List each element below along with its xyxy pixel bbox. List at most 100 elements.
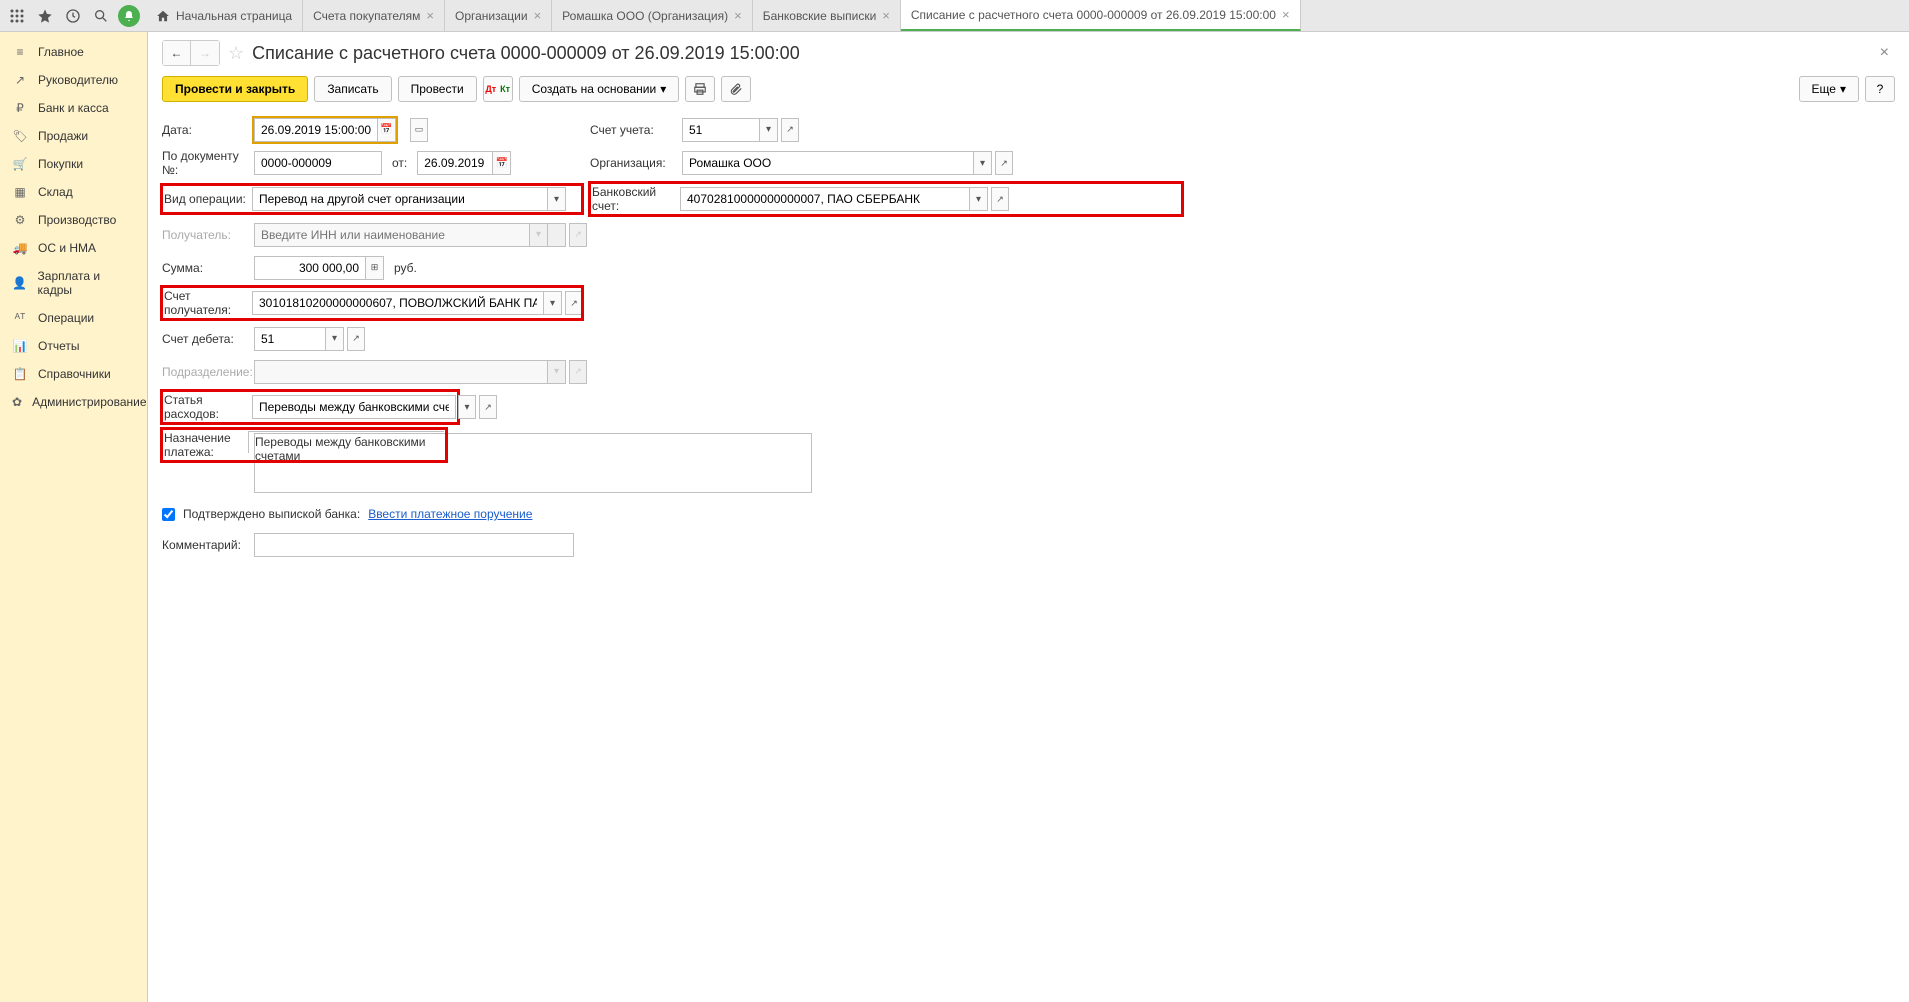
home-icon [156,9,170,23]
top-icons [0,0,146,31]
comment-input[interactable] [254,533,574,557]
toolbar: Провести и закрыть Записать Провести ДтК… [162,76,1895,102]
dropdown-icon[interactable] [458,395,476,419]
open-icon[interactable] [995,151,1013,175]
create-based-button[interactable]: Создать на основании ▾ [519,76,680,102]
tab-label: Банковские выписки [763,9,877,23]
open-icon[interactable] [347,327,365,351]
close-icon[interactable]: × [882,8,890,23]
debit-input[interactable] [254,327,326,351]
sum-input-group [254,256,384,280]
close-icon[interactable]: × [426,8,434,23]
recipient-input[interactable] [254,223,530,247]
history-icon[interactable] [60,3,86,29]
save-button[interactable]: Записать [314,76,391,102]
favorite-icon[interactable]: ☆ [228,43,244,64]
chart-icon: ↗ [12,73,28,87]
open-icon[interactable] [781,118,799,142]
calendar-icon[interactable] [493,151,511,175]
sidebar-item-assets[interactable]: 🚚ОС и НМА [0,234,147,262]
close-doc-button[interactable]: × [1874,44,1895,62]
period-button[interactable] [410,118,428,142]
account-input[interactable] [682,118,760,142]
tab-home[interactable]: Начальная страница [146,0,303,31]
apps-icon[interactable] [4,3,30,29]
dept-label: Подразделение: [162,365,250,379]
dropdown-icon[interactable] [974,151,992,175]
tab-organizations[interactable]: Организации × [445,0,552,31]
tab-label: Счета покупателям [313,9,420,23]
dropdown-icon[interactable] [326,327,344,351]
button-label: Еще [1812,82,1836,96]
docnum-input[interactable] [254,151,382,175]
post-button[interactable]: Провести [398,76,477,102]
sidebar-item-production[interactable]: ⚙Производство [0,206,147,234]
calc-icon[interactable] [366,256,384,280]
sidebar-item-label: Операции [38,311,94,325]
top-bar: Начальная страница Счета покупателям × О… [0,0,1909,32]
search-icon[interactable] [88,3,114,29]
docdate-input[interactable] [417,151,493,175]
more-button[interactable]: Еще ▾ [1799,76,1859,102]
sidebar-item-purchases[interactable]: 🛒Покупки [0,150,147,178]
settings-icon: ✿ [12,395,22,409]
dept-input [254,360,548,384]
print-button[interactable] [685,76,715,102]
help-button[interactable]: ? [1865,76,1895,102]
close-icon[interactable]: × [534,8,542,23]
tab-document[interactable]: Списание с расчетного счета 0000-000009 … [901,0,1301,31]
rcv-acc-input[interactable] [252,291,544,315]
close-icon[interactable]: × [1282,7,1290,22]
open-icon[interactable] [565,291,583,315]
sidebar-item-catalogs[interactable]: 📋Справочники [0,360,147,388]
docdate-input-group [417,151,511,175]
sidebar-item-admin[interactable]: ✿Администрирование [0,388,147,416]
dropdown-icon[interactable] [544,291,562,315]
account-input-group [682,118,799,142]
dropdown-icon[interactable] [760,118,778,142]
star-icon[interactable] [32,3,58,29]
forward-button[interactable]: → [191,41,219,65]
open-icon[interactable] [479,395,497,419]
tabs: Начальная страница Счета покупателям × О… [146,0,1909,31]
expense-buttons [458,395,497,419]
tab-organization-card[interactable]: Ромашка ООО (Организация) × [552,0,753,31]
sidebar-item-main[interactable]: ≡Главное [0,38,147,66]
back-button[interactable]: ← [163,41,191,65]
bank-label: Банковский счет: [592,185,676,213]
attach-button[interactable] [721,76,751,102]
org-input[interactable] [682,151,974,175]
sidebar-item-warehouse[interactable]: ▦Склад [0,178,147,206]
payment-order-link[interactable]: Ввести платежное поручение [368,507,532,521]
chevron-down-icon: ▾ [660,82,666,96]
sidebar-item-reports[interactable]: 📊Отчеты [0,332,147,360]
operation-input[interactable] [252,187,548,211]
gear-icon: ⚙ [12,213,28,227]
dt-kt-button[interactable]: ДтКт [483,76,513,102]
sidebar-item-manager[interactable]: ↗Руководителю [0,66,147,94]
sidebar-item-sales[interactable]: 🏷Продажи [0,122,147,150]
dropdown-icon[interactable] [548,187,566,211]
post-close-button[interactable]: Провести и закрыть [162,76,308,102]
dropdown-icon[interactable] [970,187,988,211]
sidebar-item-salary[interactable]: 👤Зарплата и кадры [0,262,147,304]
calendar-icon[interactable] [378,118,396,142]
tab-bank-statements[interactable]: Банковские выписки × [753,0,901,31]
dept-input-group [254,360,587,384]
date-input[interactable] [254,118,378,142]
sum-input[interactable] [254,256,366,280]
expense-input[interactable] [252,395,456,419]
sidebar-item-operations[interactable]: ᴬᵀОперации [0,304,147,332]
sidebar-item-bank[interactable]: ₽Банк и касса [0,94,147,122]
close-icon[interactable]: × [734,8,742,23]
open-icon [569,223,587,247]
bank-input[interactable] [680,187,970,211]
debit-label: Счет дебета: [162,332,250,346]
account-label: Счет учета: [590,123,678,137]
notifications-icon[interactable] [116,3,142,29]
open-icon[interactable] [991,187,1009,211]
form: Дата: Счет учета: [162,116,1182,558]
confirm-checkbox[interactable] [162,508,175,521]
org-input-group [682,151,1013,175]
tab-invoices[interactable]: Счета покупателям × [303,0,445,31]
